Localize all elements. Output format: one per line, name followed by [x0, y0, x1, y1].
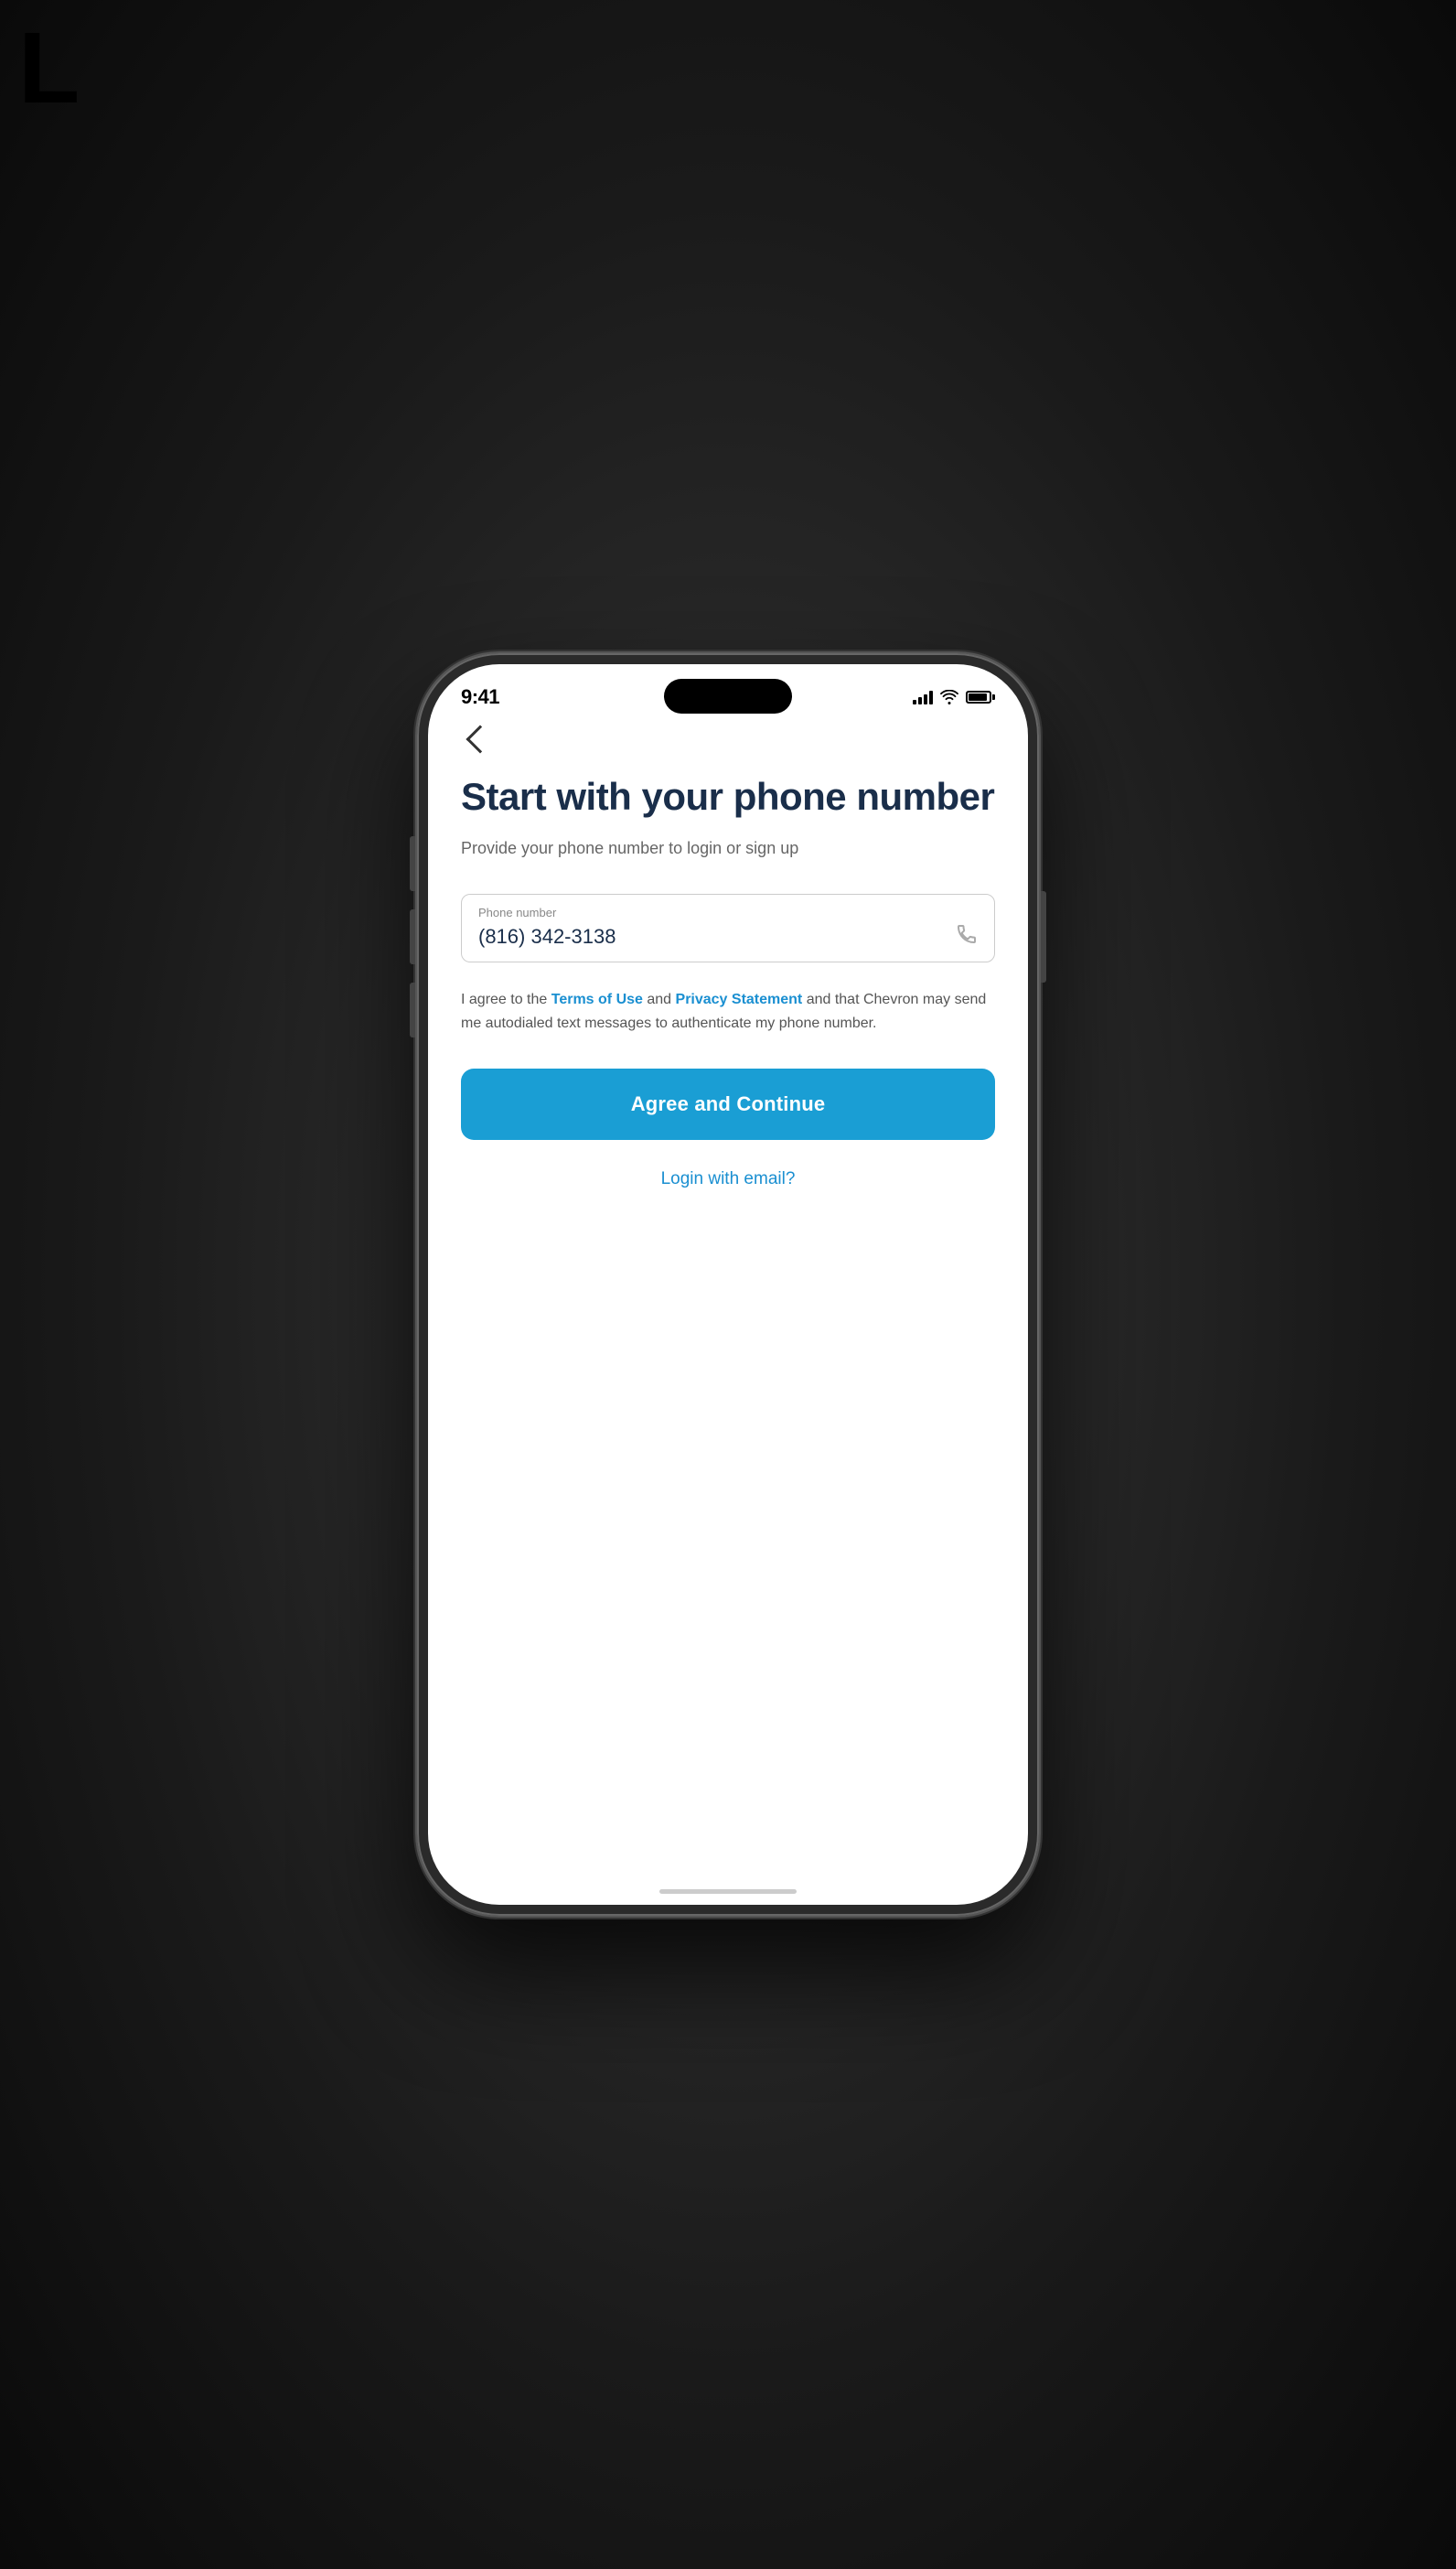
back-arrow-icon — [466, 725, 494, 753]
terms-text: I agree to the Terms of Use and Privacy … — [461, 988, 995, 1035]
status-time: 9:41 — [461, 685, 499, 709]
page-subtitle: Provide your phone number to login or si… — [461, 836, 995, 861]
status-icons — [913, 690, 995, 704]
terms-of-use-link[interactable]: Terms of Use — [551, 992, 643, 1007]
home-indicator — [659, 1889, 797, 1894]
phone-input-row: (816) 342-3138 — [478, 923, 978, 951]
phone-input-group[interactable]: Phone number (816) 342-3138 — [461, 894, 995, 962]
back-button[interactable] — [461, 723, 494, 756]
phone-input-label: Phone number — [478, 906, 978, 919]
phone-screen: 9:41 — [428, 664, 1028, 1905]
corner-letter: L — [18, 18, 80, 119]
dynamic-island — [664, 679, 792, 714]
signal-icon — [913, 690, 933, 704]
phone-input-value: (816) 342-3138 — [478, 925, 616, 949]
privacy-statement-link[interactable]: Privacy Statement — [676, 992, 803, 1007]
app-content: Start with your phone number Provide you… — [428, 715, 1028, 1222]
login-with-email-link[interactable]: Login with email? — [461, 1169, 995, 1189]
battery-icon — [966, 691, 995, 704]
phone-frame: 9:41 — [417, 653, 1039, 1916]
phone-receiver-icon — [956, 923, 978, 951]
page-title: Start with your phone number — [461, 774, 995, 820]
wifi-icon — [940, 690, 958, 704]
agree-continue-button[interactable]: Agree and Continue — [461, 1069, 995, 1140]
